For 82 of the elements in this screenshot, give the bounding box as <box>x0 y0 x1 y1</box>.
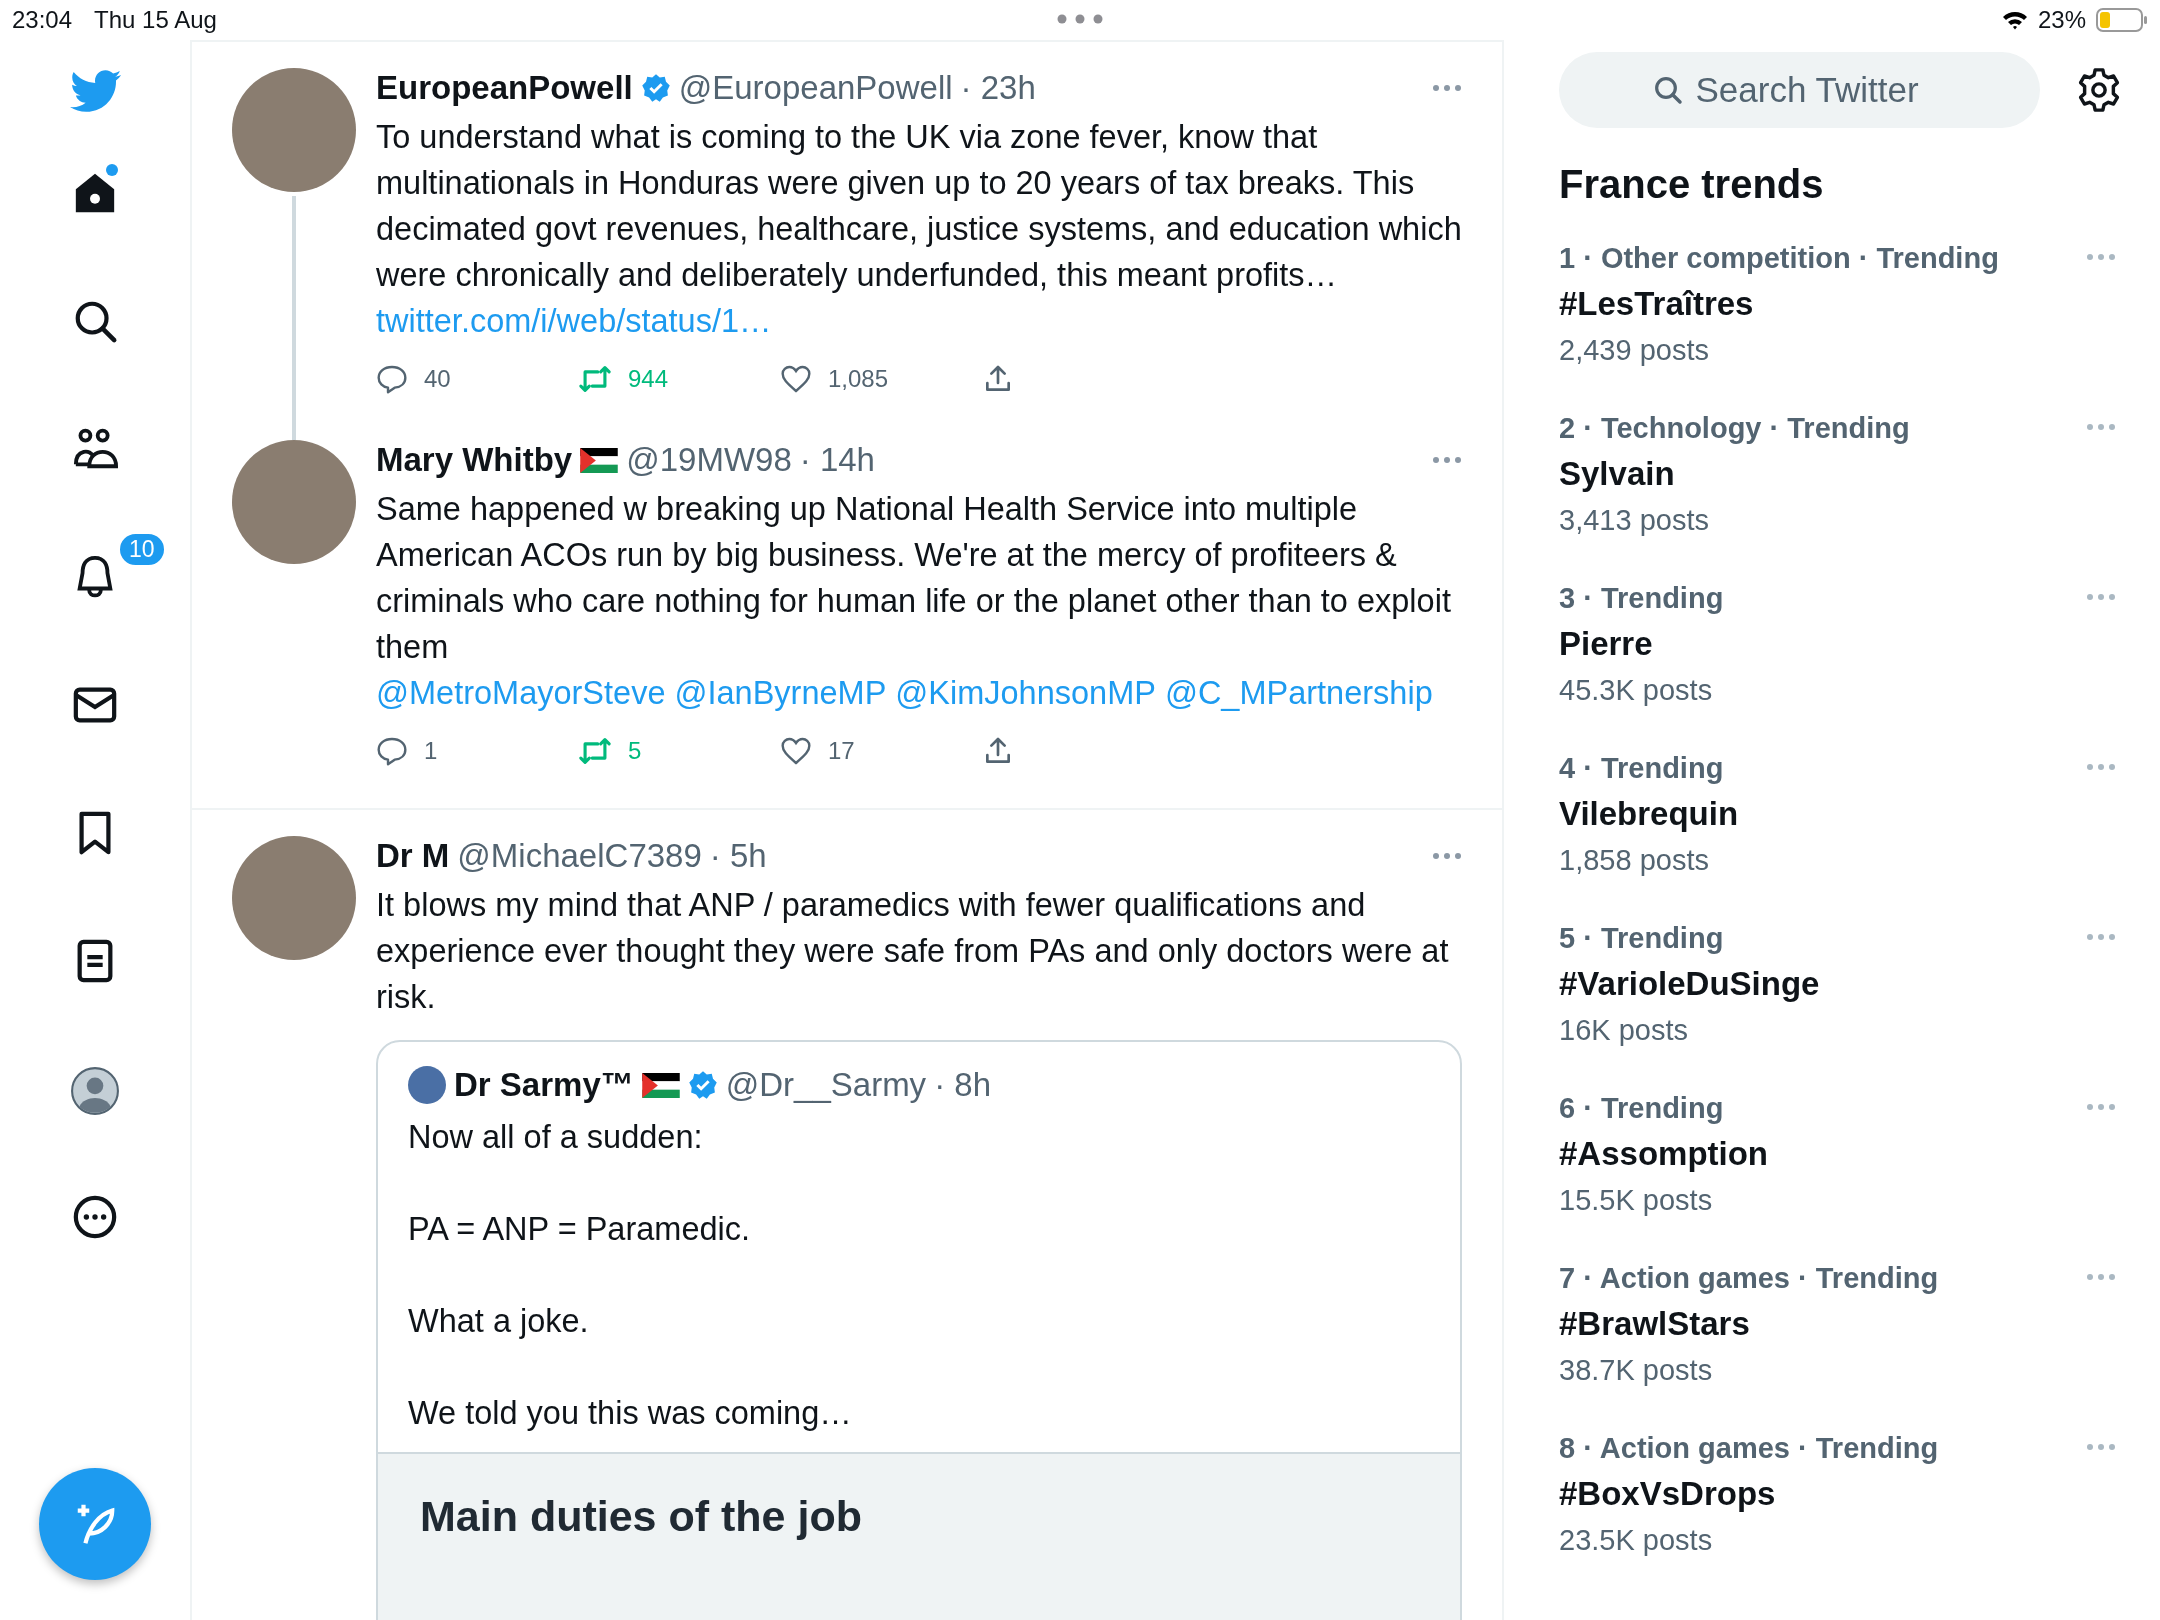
trends-heading: France trends <box>1559 162 1825 207</box>
trend-post-count: 1,858 posts <box>1559 843 1710 878</box>
quoted-text: We told you this was coming… <box>408 1394 853 1433</box>
more-icon[interactable] <box>1432 84 1462 92</box>
tweet-time[interactable]: · 23h <box>960 69 1036 107</box>
heart-icon[interactable] <box>780 735 812 767</box>
author-name[interactable]: EuropeanPowell <box>376 69 633 107</box>
trend-name[interactable]: #BrawlStars <box>1559 1301 1939 1347</box>
trend-post-count: 2,439 posts <box>1559 333 1710 368</box>
quoted-tweet-card[interactable]: Dr Sarmy™ @Dr__Sarmy · 8h Now all of a sudden: PA = ANP = Paramedic. What a joke. We told you this was coming… Main duties of the job <box>376 1040 1462 1620</box>
more-icon[interactable] <box>2086 593 2116 601</box>
author-name[interactable]: Dr M <box>376 837 450 875</box>
trend-post-count: 23.5K posts <box>1559 1523 1714 1558</box>
trend-context: 7 · Action games · Trending <box>1559 1261 1939 1296</box>
trend-context: 2 · Technology · Trending <box>1559 411 1910 446</box>
more-circle-icon[interactable] <box>72 1194 118 1240</box>
notification-count: 10 <box>118 532 166 567</box>
more-icon[interactable] <box>2086 1443 2116 1451</box>
more-icon[interactable] <box>2086 253 2116 261</box>
trend-name[interactable]: Vilebrequin <box>1559 791 1739 837</box>
like-count: 17 <box>828 737 855 765</box>
heart-icon[interactable] <box>780 363 812 395</box>
reply-count: 40 <box>424 365 451 393</box>
trend-context: 6 · Trending <box>1559 1091 1725 1126</box>
more-icon[interactable] <box>1432 852 1462 860</box>
trend-name[interactable]: #LesTraîtres <box>1559 281 1999 327</box>
profile-avatar-icon[interactable] <box>70 1066 120 1116</box>
trend-post-count: 45.3K posts <box>1559 673 1714 708</box>
link-preview-card[interactable]: Main duties of the job <box>378 1452 1460 1620</box>
trend-name[interactable]: #Assomption <box>1559 1131 1769 1177</box>
more-icon[interactable] <box>2086 933 2116 941</box>
quoted-text: PA = ANP = Paramedic. <box>408 1210 752 1249</box>
trend-context: 3 · Trending <box>1559 581 1724 616</box>
tweet-text: It blows my mind that ANP / paramedics with fewer qualifications and experience ever thought they were safe from PAs and only doctors were at risk. <box>376 886 1450 1017</box>
author-handle[interactable]: @EuropeanPowell <box>678 69 953 107</box>
compose-button[interactable] <box>39 1468 151 1580</box>
trend-name[interactable]: #BoxVsDrops <box>1559 1471 1939 1517</box>
tweet-text: To understand what is coming to the UK via zone fever, know that multinationals in Honduras were given up to 20 years of tax breaks. This decimated govt revenues, healthcare, justice systems, and education which were chronically and deliberately underfunded, this meant profits… twitter.com/i/web/status/1… <box>376 118 1462 341</box>
tweet-text: Same happened w breaking up National Health Service into multiple American ACOs run by big business. We're at the mercy of profiteers & criminals who care nothing for human life or the planet other than to exploit them <box>376 490 1452 667</box>
author-handle[interactable]: @Dr__Sarmy <box>725 1066 927 1104</box>
more-icon[interactable] <box>2086 423 2116 431</box>
trend-context: 5 · Trending <box>1559 921 1725 956</box>
reply-icon[interactable] <box>376 735 408 767</box>
battery-percent: 23% <box>2037 6 2086 34</box>
author-name[interactable]: Mary Whitby <box>376 441 573 479</box>
wifi-icon <box>2001 10 2028 30</box>
more-icon[interactable] <box>1432 456 1462 464</box>
like-count: 1,085 <box>828 365 889 393</box>
battery-icon <box>2096 8 2148 32</box>
status-time: 23:04 <box>12 6 73 34</box>
trend-post-count: 38.7K posts <box>1559 1353 1714 1388</box>
tweet-time[interactable]: · 5h <box>709 837 767 875</box>
reply-icon[interactable] <box>376 363 408 395</box>
preview-title: Main duties of the job <box>420 1492 862 1540</box>
author-name[interactable]: Dr Sarmy™ <box>454 1066 634 1104</box>
trend-context: 8 · Action games · Trending <box>1559 1431 1939 1466</box>
author-handle[interactable]: @19MW98 <box>626 441 792 479</box>
trend-post-count: 3,413 posts <box>1559 503 1710 538</box>
quoted-text: What a joke. <box>408 1302 590 1341</box>
reply-count: 1 <box>424 737 438 765</box>
quoted-text: Now all of a sudden: <box>408 1118 704 1157</box>
search-field[interactable]: Search Twitter <box>1559 52 2040 128</box>
author-handle[interactable]: @MichaelC7389 <box>457 837 702 875</box>
multitask-dots-icon[interactable] <box>1057 14 1103 24</box>
trend-post-count: 16K posts <box>1559 1013 1689 1048</box>
trend-name[interactable]: Sylvain <box>1559 451 1910 497</box>
avatar-photo-placeholder[interactable] <box>408 1066 446 1104</box>
more-icon[interactable] <box>2086 1103 2116 1111</box>
search-input[interactable]: Search Twitter <box>1693 69 1948 111</box>
more-icon[interactable] <box>2086 1273 2116 1281</box>
tweet-time[interactable]: · 8h <box>934 1066 991 1104</box>
trend-context: 1 · Other competition · Trending <box>1559 241 1999 276</box>
retweet-count: 5 <box>628 737 642 765</box>
more-icon[interactable] <box>2086 763 2116 771</box>
trend-context: 4 · Trending <box>1559 751 1725 786</box>
trend-name[interactable]: Pierre <box>1559 621 1724 667</box>
tweet-time[interactable]: · 14h <box>799 441 875 479</box>
status-date: Thu 15 Aug <box>94 6 217 34</box>
trend-post-count: 15.5K posts <box>1559 1183 1714 1218</box>
retweet-count: 944 <box>628 365 669 393</box>
settings-icon[interactable] <box>2076 67 2122 113</box>
trend-name[interactable]: #VarioleDuSinge <box>1559 961 1820 1007</box>
